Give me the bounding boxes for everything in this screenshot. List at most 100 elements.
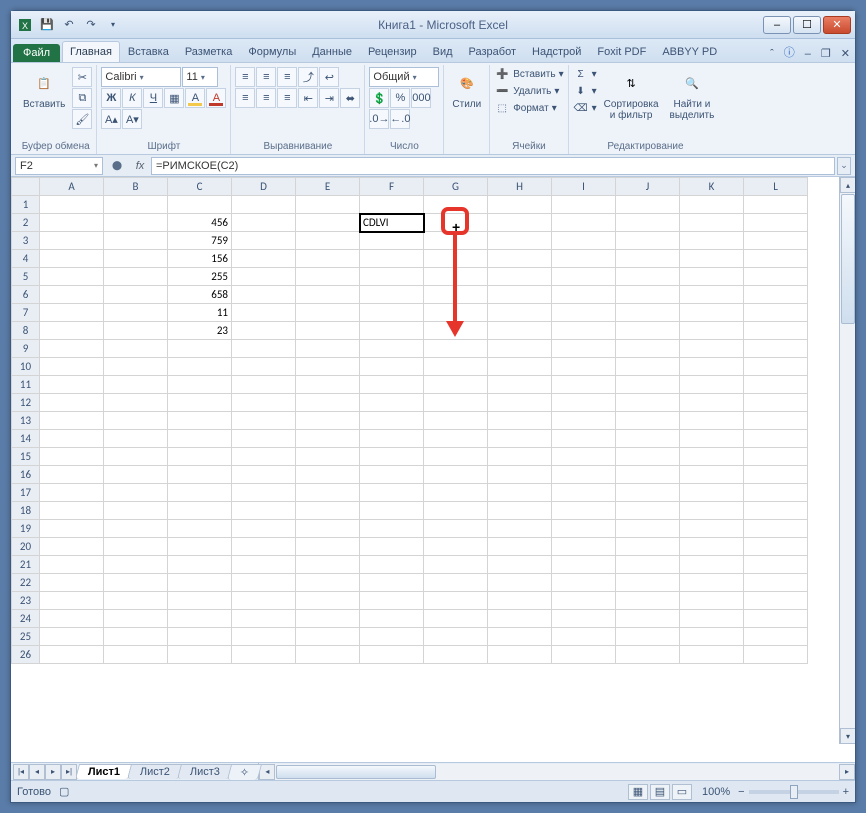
- cell-E9[interactable]: [296, 340, 360, 358]
- row-header-12[interactable]: 12: [12, 394, 40, 412]
- col-header-H[interactable]: H: [488, 178, 552, 196]
- cell-I1[interactable]: [552, 196, 616, 214]
- row-header-15[interactable]: 15: [12, 448, 40, 466]
- cell-A17[interactable]: [40, 484, 104, 502]
- cell-E25[interactable]: [296, 628, 360, 646]
- cell-K10[interactable]: [680, 358, 744, 376]
- align-right-icon[interactable]: ≡: [277, 88, 297, 108]
- cell-A18[interactable]: [40, 502, 104, 520]
- cell-D4[interactable]: [232, 250, 296, 268]
- cell-D26[interactable]: [232, 646, 296, 664]
- hscroll-thumb[interactable]: [276, 765, 436, 779]
- align-middle-icon[interactable]: ≡: [256, 67, 276, 87]
- cell-I2[interactable]: [552, 214, 616, 232]
- cell-J8[interactable]: [616, 322, 680, 340]
- cell-C16[interactable]: [168, 466, 232, 484]
- cell-H15[interactable]: [488, 448, 552, 466]
- cell-J6[interactable]: [616, 286, 680, 304]
- cell-L22[interactable]: [744, 574, 808, 592]
- cell-D11[interactable]: [232, 376, 296, 394]
- cell-G20[interactable]: [424, 538, 488, 556]
- cell-E4[interactable]: [296, 250, 360, 268]
- cell-G17[interactable]: [424, 484, 488, 502]
- cell-H1[interactable]: [488, 196, 552, 214]
- select-all-corner[interactable]: [12, 178, 40, 196]
- cell-F25[interactable]: [360, 628, 424, 646]
- cell-E6[interactable]: [296, 286, 360, 304]
- cell-H24[interactable]: [488, 610, 552, 628]
- cell-C21[interactable]: [168, 556, 232, 574]
- cell-B24[interactable]: [104, 610, 168, 628]
- cell-C5[interactable]: 255: [168, 268, 232, 286]
- cell-B20[interactable]: [104, 538, 168, 556]
- cell-C11[interactable]: [168, 376, 232, 394]
- cell-I24[interactable]: [552, 610, 616, 628]
- cell-D8[interactable]: [232, 322, 296, 340]
- cell-B16[interactable]: [104, 466, 168, 484]
- cell-K14[interactable]: [680, 430, 744, 448]
- cell-E22[interactable]: [296, 574, 360, 592]
- cell-B14[interactable]: [104, 430, 168, 448]
- col-header-I[interactable]: I: [552, 178, 616, 196]
- cell-E3[interactable]: [296, 232, 360, 250]
- cell-K22[interactable]: [680, 574, 744, 592]
- cell-K20[interactable]: [680, 538, 744, 556]
- cell-L24[interactable]: [744, 610, 808, 628]
- cell-A6[interactable]: [40, 286, 104, 304]
- cell-B23[interactable]: [104, 592, 168, 610]
- cell-H17[interactable]: [488, 484, 552, 502]
- cell-C4[interactable]: 156: [168, 250, 232, 268]
- cell-A23[interactable]: [40, 592, 104, 610]
- cell-I9[interactable]: [552, 340, 616, 358]
- tab-layout[interactable]: Разметка: [177, 41, 241, 62]
- cell-I16[interactable]: [552, 466, 616, 484]
- cell-D19[interactable]: [232, 520, 296, 538]
- align-left-icon[interactable]: ≡: [235, 88, 255, 108]
- copy-icon[interactable]: ⧉: [72, 88, 92, 108]
- cell-C1[interactable]: [168, 196, 232, 214]
- qat-dropdown-icon[interactable]: ▾: [103, 15, 123, 35]
- cell-A8[interactable]: [40, 322, 104, 340]
- cell-G4[interactable]: [424, 250, 488, 268]
- cell-G3[interactable]: [424, 232, 488, 250]
- cell-I6[interactable]: [552, 286, 616, 304]
- border-button[interactable]: ▦: [164, 88, 184, 108]
- cell-D18[interactable]: [232, 502, 296, 520]
- scroll-right-icon[interactable]: ▸: [839, 764, 855, 780]
- row-header-8[interactable]: 8: [12, 322, 40, 340]
- cell-A3[interactable]: [40, 232, 104, 250]
- row-header-1[interactable]: 1: [12, 196, 40, 214]
- doc-close-icon[interactable]: ✕: [836, 45, 855, 62]
- cell-J14[interactable]: [616, 430, 680, 448]
- cell-E13[interactable]: [296, 412, 360, 430]
- row-header-19[interactable]: 19: [12, 520, 40, 538]
- cell-F19[interactable]: [360, 520, 424, 538]
- cell-J21[interactable]: [616, 556, 680, 574]
- row-header-14[interactable]: 14: [12, 430, 40, 448]
- new-sheet-button[interactable]: ✧: [227, 764, 263, 780]
- cell-K25[interactable]: [680, 628, 744, 646]
- help-icon[interactable]: ⓘ: [779, 42, 800, 62]
- cell-A10[interactable]: [40, 358, 104, 376]
- cell-G6[interactable]: [424, 286, 488, 304]
- cell-G7[interactable]: [424, 304, 488, 322]
- font-color-button[interactable]: A: [206, 88, 226, 108]
- cell-E18[interactable]: [296, 502, 360, 520]
- cell-J2[interactable]: [616, 214, 680, 232]
- cell-F26[interactable]: [360, 646, 424, 664]
- cell-B17[interactable]: [104, 484, 168, 502]
- cell-B11[interactable]: [104, 376, 168, 394]
- cell-A19[interactable]: [40, 520, 104, 538]
- cell-E24[interactable]: [296, 610, 360, 628]
- cell-K15[interactable]: [680, 448, 744, 466]
- cell-A4[interactable]: [40, 250, 104, 268]
- cell-J18[interactable]: [616, 502, 680, 520]
- cell-A13[interactable]: [40, 412, 104, 430]
- cell-J24[interactable]: [616, 610, 680, 628]
- format-painter-icon[interactable]: 🖌: [72, 109, 92, 129]
- cell-I25[interactable]: [552, 628, 616, 646]
- col-header-E[interactable]: E: [296, 178, 360, 196]
- macro-record-icon[interactable]: ▢: [59, 785, 69, 798]
- cell-C26[interactable]: [168, 646, 232, 664]
- format-cells-button[interactable]: ⬚Формат ▾: [494, 101, 563, 115]
